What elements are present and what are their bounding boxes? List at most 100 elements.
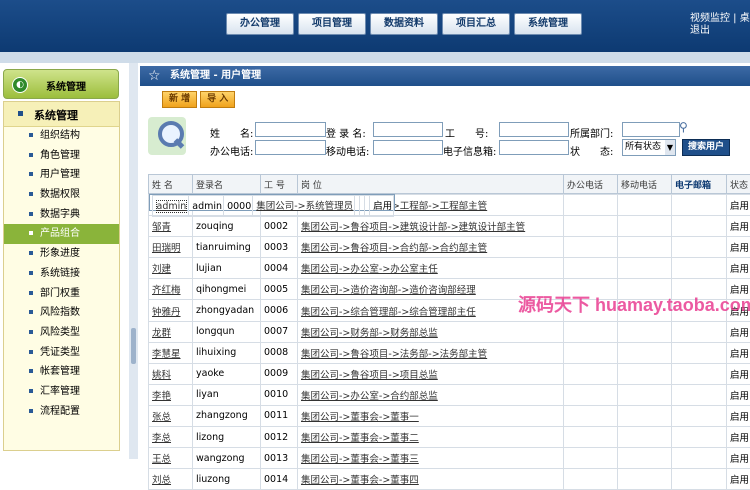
nav-system[interactable]: 系统管理: [514, 13, 582, 35]
table-row[interactable]: 刘总liuzong0014集团公司->董事会->董事四启用: [149, 469, 750, 490]
table-row[interactable]: adminadmin0000集团公司->系统管理员启用: [149, 194, 396, 211]
sidebar-item[interactable]: 数据字典: [4, 205, 119, 225]
nav-summary[interactable]: 项目汇总: [442, 13, 510, 35]
col-post[interactable]: 岗 位: [298, 175, 564, 194]
cell-name[interactable]: 王总: [149, 448, 193, 469]
cell-name[interactable]: 田瑞明: [149, 237, 193, 258]
sidebar-section[interactable]: 系统管理: [4, 102, 119, 127]
user-name-link[interactable]: 刘建: [152, 264, 171, 275]
table-row[interactable]: 邹青zouqing0002集团公司->鲁谷项目->建筑设计部->建筑设计部主管启…: [149, 216, 750, 237]
user-name-link[interactable]: 刘总: [152, 475, 171, 486]
cell-name[interactable]: 李慧星: [149, 342, 193, 363]
sidebar-item[interactable]: 产品组合: [4, 224, 119, 244]
cell-post[interactable]: 集团公司->鲁谷项目->建筑设计部->建筑设计部主管: [298, 216, 564, 237]
dept-picker-icon[interactable]: ⚲: [679, 120, 688, 134]
col-job-no[interactable]: 工 号: [261, 175, 298, 194]
bullet-icon: [29, 310, 33, 314]
add-button[interactable]: 新 增: [162, 91, 197, 108]
status-select[interactable]: 所有状态 ▼: [622, 139, 676, 156]
collapse-handle-icon[interactable]: [131, 328, 136, 364]
user-name-link[interactable]: 钟雅丹: [152, 307, 181, 318]
table-row[interactable]: 李总lizong0012集团公司->董事会->董事二启用: [149, 427, 750, 448]
login-input[interactable]: [373, 122, 443, 137]
cell-post[interactable]: 集团公司->办公室->办公室主任: [298, 258, 564, 279]
user-name-link[interactable]: 齐红梅: [152, 285, 181, 296]
sidebar-item[interactable]: 汇率管理: [4, 382, 119, 402]
sidebar-item[interactable]: 部门权重: [4, 284, 119, 304]
user-name-link[interactable]: 邹青: [152, 222, 171, 233]
user-name-link[interactable]: 李总: [152, 433, 171, 444]
cell-name[interactable]: 李总: [149, 427, 193, 448]
col-login[interactable]: 登录名: [193, 175, 261, 194]
col-mobile[interactable]: 移动电话: [618, 175, 672, 194]
table-row[interactable]: 王总wangzong0013集团公司->董事会->董事三启用: [149, 448, 750, 469]
table-row[interactable]: 姚科yaoke0009集团公司->鲁谷项目->项目总监启用: [149, 363, 750, 384]
table-row[interactable]: 李艳liyan0010集团公司->办公室->合约部总监启用: [149, 384, 750, 405]
user-name-link[interactable]: 李慧星: [152, 349, 181, 360]
cell-post[interactable]: 集团公司->董事会->董事二: [298, 427, 564, 448]
user-name-link[interactable]: 田瑞明: [152, 243, 181, 254]
nav-office[interactable]: 办公管理: [226, 13, 294, 35]
job-no-input[interactable]: [499, 122, 569, 137]
sidebar-item[interactable]: 风险指数: [4, 303, 119, 323]
table-row[interactable]: 刘建lujian0004集团公司->办公室->办公室主任启用: [149, 258, 750, 279]
sidebar-item[interactable]: 流程配置: [4, 402, 119, 422]
video-monitor-link[interactable]: 视频监控 | 桌: [690, 13, 750, 25]
sidebar-item[interactable]: 形象进度: [4, 244, 119, 264]
nav-data[interactable]: 数据资料: [370, 13, 438, 35]
sidebar-item[interactable]: 用户管理: [4, 165, 119, 185]
cell-name[interactable]: 姚科: [149, 363, 193, 384]
sidebar-item[interactable]: 系统链接: [4, 264, 119, 284]
table-row[interactable]: 李慧星lihuixing0008集团公司->鲁谷项目->法务部->法务部主管启用: [149, 342, 750, 363]
cell-post[interactable]: 集团公司->鲁谷项目->项目总监: [298, 363, 564, 384]
office-phone-input[interactable]: [255, 140, 326, 155]
cell-post[interactable]: 集团公司->董事会->董事四: [298, 469, 564, 490]
user-name-link[interactable]: 龙群: [152, 328, 171, 339]
col-status[interactable]: 状态: [727, 175, 750, 194]
sidebar-item[interactable]: 凭证类型: [4, 343, 119, 363]
table-row[interactable]: 龙群longqun0007集团公司->财务部->财务部总监启用: [149, 321, 750, 342]
user-name-link[interactable]: admin: [156, 200, 188, 213]
sidebar-item[interactable]: 角色管理: [4, 146, 119, 166]
cell-name[interactable]: 邹青: [149, 216, 193, 237]
search-user-button[interactable]: 搜索用户: [682, 139, 730, 156]
user-name-link[interactable]: 张总: [152, 412, 171, 423]
col-office-phone[interactable]: 办公电话: [564, 175, 618, 194]
cell-name[interactable]: 齐红梅: [149, 279, 193, 300]
cell-name[interactable]: 刘建: [149, 258, 193, 279]
mobile-input[interactable]: [373, 140, 443, 155]
user-name-link[interactable]: 李艳: [152, 391, 171, 402]
email-input[interactable]: [499, 140, 569, 155]
sidebar-splitter[interactable]: [129, 63, 138, 459]
cell-name[interactable]: 李艳: [149, 384, 193, 405]
bullet-icon: [29, 133, 33, 137]
user-name-link[interactable]: 王总: [152, 454, 171, 465]
cell-name[interactable]: 刘总: [149, 469, 193, 490]
sidebar-item[interactable]: 帐套管理: [4, 362, 119, 382]
cell-name[interactable]: 张总: [149, 405, 193, 426]
nav-project[interactable]: 项目管理: [298, 13, 366, 35]
cell-name[interactable]: 钟雅丹: [149, 300, 193, 321]
cell-name[interactable]: admin: [152, 196, 189, 217]
sidebar-item[interactable]: 数据权限: [4, 185, 119, 205]
user-name-link[interactable]: 姚科: [152, 370, 171, 381]
cell-post[interactable]: 集团公司->董事会->董事一: [298, 405, 564, 426]
sidebar-item[interactable]: 风险类型: [4, 323, 119, 343]
cell-post[interactable]: 集团公司->办公室->合约部总监: [298, 384, 564, 405]
sidebar-item[interactable]: 组织结构: [4, 126, 119, 146]
cell-post[interactable]: 集团公司->系统管理员: [253, 196, 355, 217]
cell-post[interactable]: 集团公司->鲁谷项目->合约部->合约部主管: [298, 237, 564, 258]
table-row[interactable]: 张总zhangzong0011集团公司->董事会->董事一启用: [149, 405, 750, 426]
logout-link[interactable]: 退出: [690, 25, 750, 37]
cell-post[interactable]: 集团公司->财务部->财务部总监: [298, 321, 564, 342]
col-email[interactable]: 电子邮箱: [672, 175, 727, 194]
cell-post[interactable]: 集团公司->董事会->董事三: [298, 448, 564, 469]
dept-input[interactable]: [622, 122, 680, 137]
name-input[interactable]: [255, 122, 326, 137]
sidebar-header[interactable]: ◐ 系统管理: [3, 69, 119, 99]
cell-post[interactable]: 集团公司->鲁谷项目->法务部->法务部主管: [298, 342, 564, 363]
import-button[interactable]: 导 入: [200, 91, 235, 108]
cell-name[interactable]: 龙群: [149, 321, 193, 342]
table-row[interactable]: 田瑞明tianruiming0003集团公司->鲁谷项目->合约部->合约部主管…: [149, 237, 750, 258]
col-name[interactable]: 姓 名: [149, 175, 193, 194]
